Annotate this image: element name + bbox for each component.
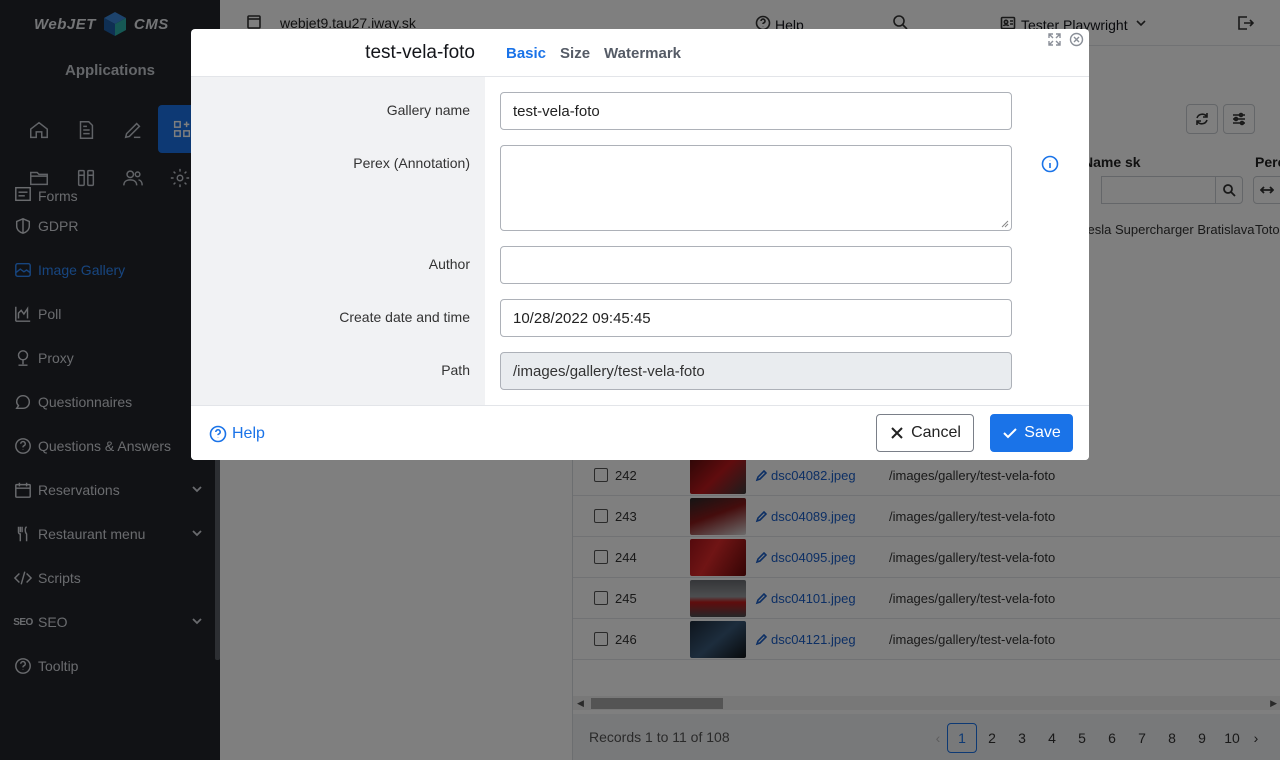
cancel-label: Cancel <box>911 424 961 441</box>
save-button[interactable]: Save <box>990 414 1073 452</box>
dialog-help-link[interactable]: Help <box>209 425 265 443</box>
tab-size[interactable]: Size <box>560 45 590 62</box>
create-date-label: Create date and time <box>339 309 470 325</box>
author-label: Author <box>428 256 470 272</box>
check-icon <box>1003 428 1017 439</box>
author-input[interactable] <box>500 246 1012 284</box>
cancel-button[interactable]: Cancel <box>876 414 974 452</box>
create-date-input[interactable]: 10/28/2022 09:45:45 <box>500 299 1012 337</box>
perex-textarea[interactable] <box>500 145 1012 231</box>
close-icon[interactable] <box>1069 32 1084 50</box>
dialog-header: test-vela-foto Basic Size Watermark <box>191 29 1089 77</box>
tab-basic[interactable]: Basic <box>506 45 546 62</box>
close-icon <box>891 427 903 439</box>
dialog-tabs: Basic Size Watermark <box>506 45 681 62</box>
dialog-body: Gallery name test-vela-foto Perex (Annot… <box>191 77 1089 405</box>
perex-label: Perex (Annotation) <box>353 155 470 171</box>
info-icon[interactable] <box>1041 155 1059 176</box>
dialog-footer: Help Cancel Save <box>191 405 1089 460</box>
label-column <box>191 77 485 405</box>
path-label: Path <box>441 362 470 378</box>
question-icon <box>209 425 227 443</box>
maximize-icon[interactable] <box>1047 32 1062 50</box>
save-label: Save <box>1024 424 1061 441</box>
gallery-name-label: Gallery name <box>386 102 470 118</box>
gallery-name-input[interactable]: test-vela-foto <box>500 92 1012 130</box>
tab-watermark[interactable]: Watermark <box>604 45 681 62</box>
gallery-edit-dialog: test-vela-foto Basic Size Watermark Gall… <box>191 29 1089 460</box>
resize-handle-icon[interactable] <box>1001 220 1009 228</box>
help-label: Help <box>232 425 265 442</box>
dialog-title: test-vela-foto <box>365 42 475 63</box>
path-input: /images/gallery/test-vela-foto <box>500 352 1012 390</box>
